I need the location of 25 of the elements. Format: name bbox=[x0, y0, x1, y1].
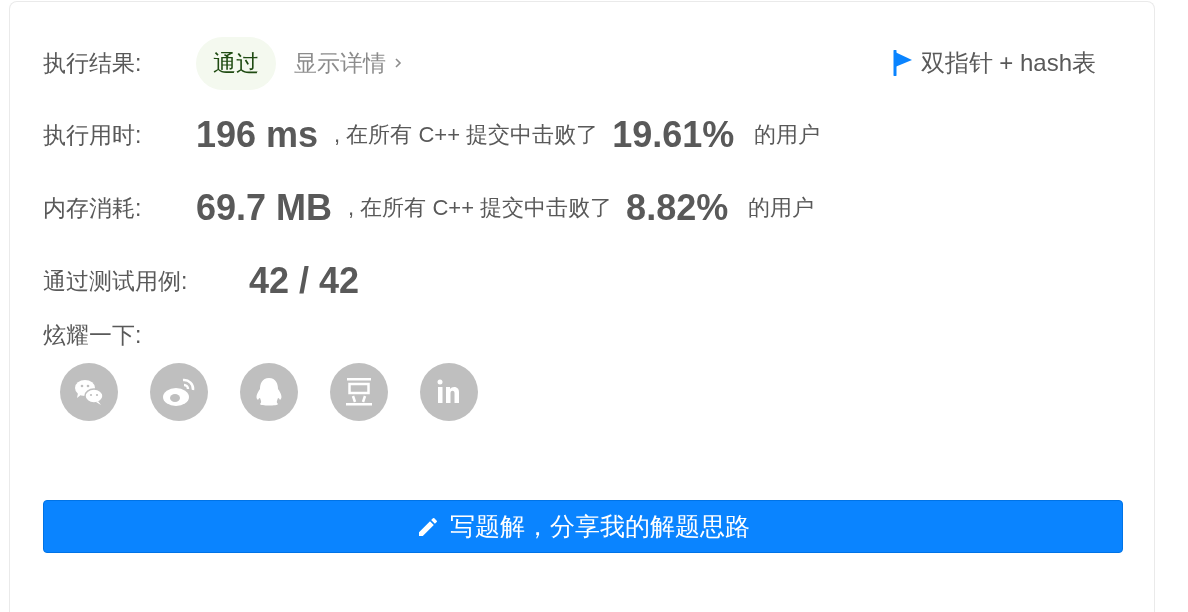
test-cases-value: 42 / 42 bbox=[249, 260, 360, 302]
stat-label: 执行用时: bbox=[43, 120, 143, 150]
write-solution-button[interactable]: 写题解，分享我的解题思路 bbox=[43, 500, 1123, 553]
flag-icon bbox=[892, 50, 913, 76]
result-label: 执行结果: bbox=[43, 48, 143, 78]
test-cases-label: 通过测试用例: bbox=[43, 266, 189, 296]
details-link[interactable]: 显示详情 bbox=[294, 47, 402, 79]
stat-suffix: 的用户 bbox=[748, 194, 815, 222]
stat-label: 内存消耗: bbox=[43, 193, 143, 223]
stat-value: 69.7 MB bbox=[196, 187, 333, 229]
status-badge: 通过 bbox=[196, 36, 276, 90]
tag-label: 双指针 + hash表 bbox=[920, 48, 1096, 78]
share-label: 炫耀一下: bbox=[43, 321, 143, 350]
chevron-icon bbox=[394, 57, 402, 69]
linkedin-icon[interactable] bbox=[420, 363, 478, 421]
stat-percent: 19.61% bbox=[612, 114, 735, 156]
stat-value: 196 ms bbox=[196, 114, 319, 156]
stat-percent: 8.82% bbox=[626, 187, 729, 229]
eye-signal-icon[interactable] bbox=[150, 363, 208, 421]
chat-bubbles-icon[interactable] bbox=[60, 363, 118, 421]
stat-description: , 在所有 C++ 提交中击败了 bbox=[348, 194, 613, 222]
stat-description: , 在所有 C++ 提交中击败了 bbox=[334, 121, 599, 149]
penguin-icon[interactable] bbox=[240, 363, 298, 421]
stat-suffix: 的用户 bbox=[754, 121, 821, 149]
bean-logo-icon[interactable] bbox=[330, 363, 388, 421]
